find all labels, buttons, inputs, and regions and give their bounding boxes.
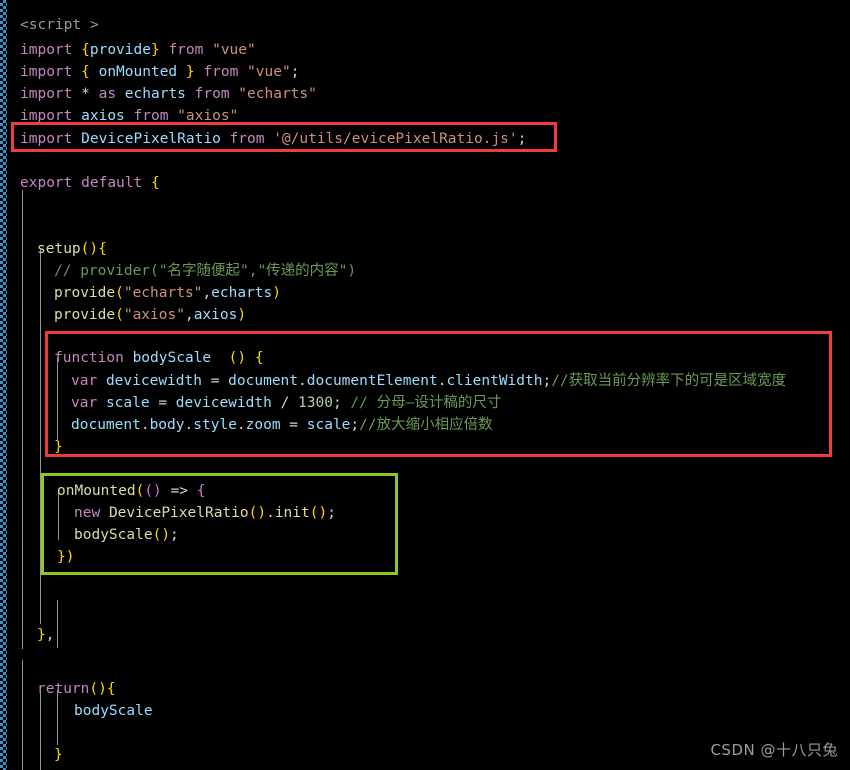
- code-line[interactable]: // provider("名字随便起","传递的内容"): [54, 260, 356, 282]
- code-line[interactable]: import DevicePixelRatio from '@/utils/ev…: [20, 128, 526, 150]
- code-line[interactable]: }: [54, 744, 63, 766]
- code-line[interactable]: function bodyScale () {: [54, 347, 264, 369]
- code-line[interactable]: <script >: [20, 14, 99, 36]
- code-line[interactable]: bodyScale: [74, 700, 153, 722]
- code-line[interactable]: provide("axios",axios): [54, 304, 246, 326]
- code-line[interactable]: onMounted(() => {: [57, 480, 205, 502]
- code-line[interactable]: }): [57, 546, 74, 568]
- code-line[interactable]: setup(){: [37, 238, 107, 260]
- code-editor-screenshot: <script > import {provide} from "vue" impo…: [0, 0, 850, 770]
- code-content[interactable]: <script > import {provide} from "vue" impo…: [0, 0, 850, 770]
- code-line[interactable]: import axios from "axios": [20, 105, 238, 127]
- code-line[interactable]: },: [37, 624, 54, 646]
- code-line[interactable]: import { onMounted } from "vue";: [20, 61, 299, 83]
- code-line[interactable]: }: [54, 436, 63, 458]
- code-line[interactable]: var devicewidth = document.documentEleme…: [71, 370, 786, 392]
- code-line[interactable]: import {provide} from "vue": [20, 39, 256, 61]
- code-line[interactable]: return(){: [37, 678, 116, 700]
- code-line[interactable]: export default {: [20, 172, 160, 194]
- code-line[interactable]: var scale = devicewidth / 1300; // 分母—设计…: [71, 392, 501, 414]
- csdn-watermark: CSDN @十八只兔: [710, 741, 838, 759]
- code-line[interactable]: document.body.style.zoom = scale;//放大缩小相…: [71, 414, 493, 436]
- code-line[interactable]: bodyScale();: [74, 524, 179, 546]
- code-line[interactable]: new DevicePixelRatio().init();: [74, 502, 336, 524]
- code-line[interactable]: provide("echarts",echarts): [54, 282, 281, 304]
- code-line[interactable]: import * as echarts from "echarts": [20, 83, 317, 105]
